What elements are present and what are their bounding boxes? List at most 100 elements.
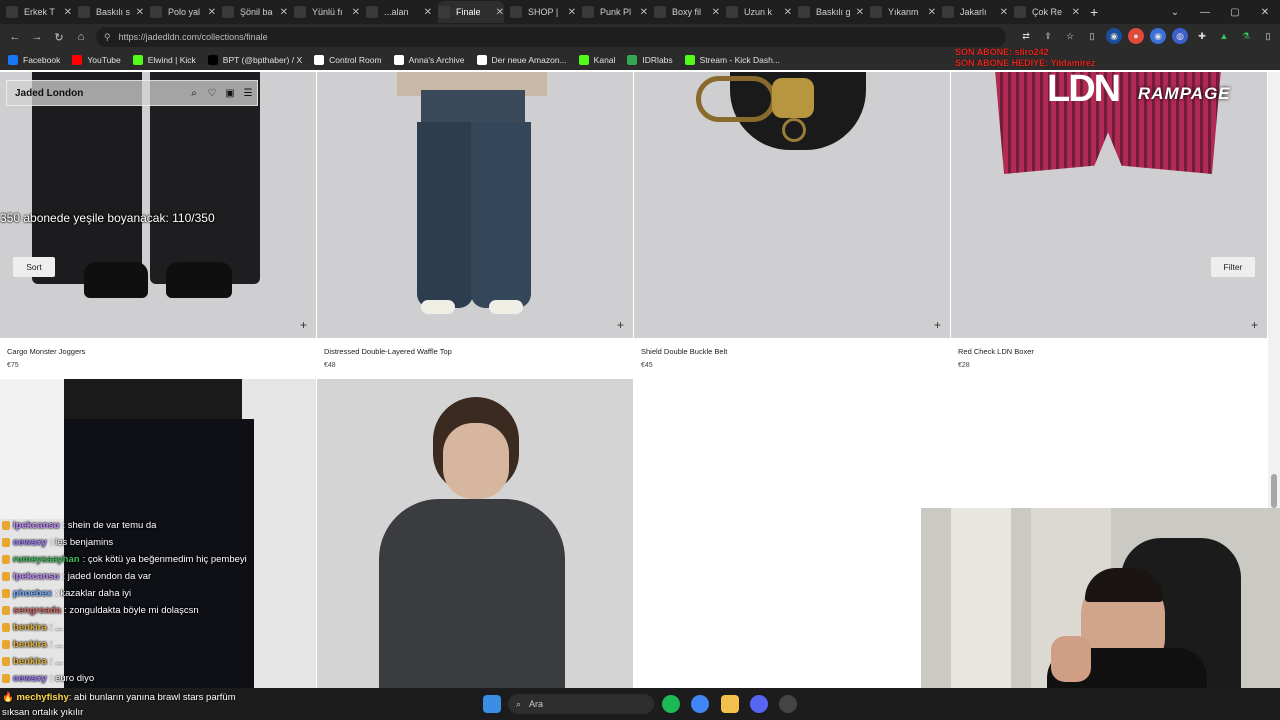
product-image[interactable]: + <box>634 72 950 338</box>
chat-message-line: phoebex: kazaklar daha iyi <box>2 585 302 602</box>
address-bar[interactable]: ⚲ https://jadedldn.com/collections/final… <box>96 27 1006 47</box>
close-tab-icon[interactable]: ✕ <box>208 7 216 18</box>
product-card[interactable]: + Shield Double Buckle Belt €45 <box>634 72 950 369</box>
bookmark-item[interactable]: Stream - Kick Dash... <box>684 55 780 65</box>
site-info-icon[interactable]: ⚲ <box>104 32 111 43</box>
close-tab-icon[interactable]: ✕ <box>280 7 288 18</box>
extension-icon[interactable]: ⚗ <box>1238 28 1254 44</box>
close-tab-icon[interactable]: ✕ <box>568 7 576 18</box>
scrollbar-thumb[interactable] <box>1271 474 1277 508</box>
spotify-icon[interactable] <box>662 695 680 713</box>
menu-icon[interactable]: ☰ <box>239 88 257 99</box>
translate-icon[interactable]: ⇄ <box>1018 28 1034 44</box>
share-icon[interactable]: ⇪ <box>1040 28 1056 44</box>
extension-icon[interactable]: ◉ <box>1106 28 1122 44</box>
minimize-button[interactable]: — <box>1190 7 1220 18</box>
product-name[interactable]: Distressed Double-Layered Waffle Top <box>317 347 633 356</box>
close-tab-icon[interactable]: ✕ <box>928 7 936 18</box>
site-logo[interactable]: Jaded London <box>15 88 185 99</box>
close-tab-icon[interactable]: ✕ <box>784 7 792 18</box>
browser-tab[interactable]: ...alan ✕ <box>366 1 432 23</box>
extension-icon[interactable]: ▲ <box>1216 28 1232 44</box>
product-image[interactable]: LDN + <box>951 72 1267 338</box>
close-tab-icon[interactable]: ✕ <box>856 7 864 18</box>
browser-tab[interactable]: Boxy fil ✕ <box>654 1 720 23</box>
browser-tab[interactable]: Yıkanm ✕ <box>870 1 936 23</box>
bookmark-label: Stream - Kick Dash... <box>699 55 780 65</box>
bookmark-item[interactable]: Kanal <box>578 55 615 65</box>
product-image[interactable] <box>317 379 633 688</box>
chat-badge-icon <box>2 674 10 683</box>
search-icon[interactable]: ⌕ <box>185 88 203 99</box>
add-to-cart-icon[interactable]: + <box>300 318 307 332</box>
file-explorer-icon[interactable] <box>721 695 739 713</box>
puzzle-icon[interactable]: ✚ <box>1194 28 1210 44</box>
browser-tab[interactable]: Jakarlı ✕ <box>942 1 1008 23</box>
product-card[interactable] <box>317 379 633 688</box>
reload-icon[interactable]: ↻ <box>48 31 70 44</box>
bookmark-item[interactable]: BPT (@bpthaber) / X <box>207 55 302 65</box>
browser-tab[interactable]: Polo yal ✕ <box>150 1 216 23</box>
product-card[interactable]: LDN + Red Check LDN Boxer €28 <box>951 72 1267 369</box>
sidebar-icon[interactable]: ▯ <box>1260 28 1276 44</box>
browser-tab[interactable]: Yünlü fı ✕ <box>294 1 360 23</box>
add-to-cart-icon[interactable]: + <box>1251 318 1258 332</box>
filter-button[interactable]: Filter <box>1211 257 1255 277</box>
sort-button[interactable]: Sort <box>13 257 55 277</box>
close-tab-icon[interactable]: ✕ <box>1000 7 1008 18</box>
product-card[interactable]: + Distressed Double-Layered Waffle Top €… <box>317 72 633 369</box>
obs-icon[interactable] <box>779 695 797 713</box>
bookmark-item[interactable]: YouTube <box>72 55 121 65</box>
bookmark-item[interactable]: Facebook <box>8 55 60 65</box>
product-image[interactable]: + <box>0 72 316 338</box>
browser-tab[interactable]: Çok Re ✕ <box>1014 1 1080 23</box>
discord-icon[interactable] <box>750 695 768 713</box>
bookmark-item[interactable]: Elwind | Kick <box>132 55 196 65</box>
close-tab-icon[interactable]: ✕ <box>136 7 144 18</box>
browser-tab[interactable]: Erkek T ✕ <box>6 1 72 23</box>
extension-icon[interactable]: ◉ <box>1150 28 1166 44</box>
close-tab-icon[interactable]: ✕ <box>712 7 720 18</box>
wishlist-heart-icon[interactable]: ♡ <box>203 88 221 99</box>
close-tab-icon[interactable]: ✕ <box>496 7 504 18</box>
windows-start-icon[interactable] <box>483 695 501 713</box>
close-tab-icon[interactable]: ✕ <box>424 7 432 18</box>
browser-tab[interactable]: Baskılı s ✕ <box>78 1 144 23</box>
product-name[interactable]: Shield Double Buckle Belt <box>634 347 950 356</box>
browser-tab[interactable]: Uzun k ✕ <box>726 1 792 23</box>
cart-icon[interactable]: ▣ <box>221 88 239 99</box>
bookmark-item[interactable]: Control Room <box>314 55 382 65</box>
bookmark-item[interactable]: Der neue Amazon... <box>476 55 567 65</box>
window-controls: ⌄ — ▢ ✕ <box>1160 0 1280 24</box>
browser-tab[interactable]: Punk Pl ✕ <box>582 1 648 23</box>
close-tab-icon[interactable]: ✕ <box>64 7 72 18</box>
close-tab-icon[interactable]: ✕ <box>1072 7 1080 18</box>
tab-search-icon[interactable]: ⌄ <box>1160 7 1190 18</box>
browser-tab[interactable]: Finale ✕ <box>438 1 504 23</box>
browser-tab[interactable]: Baskılı g ✕ <box>798 1 864 23</box>
close-window-button[interactable]: ✕ <box>1250 7 1280 18</box>
chrome-icon[interactable] <box>691 695 709 713</box>
bookmark-item[interactable]: IDRlabs <box>627 55 673 65</box>
product-name[interactable]: Cargo Monster Joggers <box>0 347 316 356</box>
close-tab-icon[interactable]: ✕ <box>352 7 360 18</box>
new-tab-button[interactable]: + <box>1090 4 1098 20</box>
add-to-cart-icon[interactable]: + <box>934 318 941 332</box>
extension-icon[interactable]: ◍ <box>1172 28 1188 44</box>
tab-favicon-icon <box>1014 6 1026 18</box>
close-tab-icon[interactable]: ✕ <box>640 7 648 18</box>
bookmark-star-icon[interactable]: ☆ <box>1062 28 1078 44</box>
back-icon[interactable]: ← <box>4 31 26 43</box>
taskbar-search[interactable]: ⌕ Ara <box>508 694 654 714</box>
home-icon[interactable]: ⌂ <box>70 31 92 43</box>
bookmark-icon[interactable]: ▯ <box>1084 28 1100 44</box>
bookmark-item[interactable]: Anna's Archive <box>393 55 465 65</box>
browser-tab[interactable]: SHOP | ✕ <box>510 1 576 23</box>
extension-icon[interactable]: ● <box>1128 28 1144 44</box>
product-image[interactable]: + <box>317 72 633 338</box>
product-name[interactable]: Red Check LDN Boxer <box>951 347 1267 356</box>
forward-icon[interactable]: → <box>26 31 48 43</box>
add-to-cart-icon[interactable]: + <box>617 318 624 332</box>
maximize-button[interactable]: ▢ <box>1220 7 1250 18</box>
browser-tab[interactable]: Şönil ba ✕ <box>222 1 288 23</box>
